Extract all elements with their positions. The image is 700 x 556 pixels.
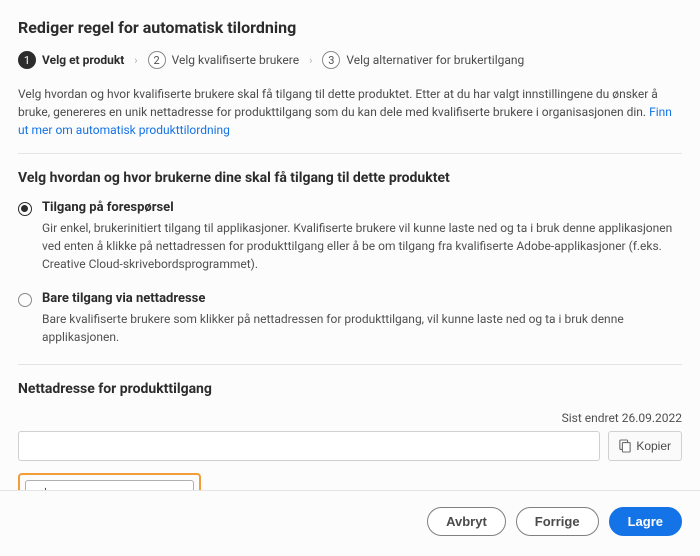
footer: Avbryt Forrige Lagre — [0, 490, 700, 552]
last-modified: Sist endret 26.09.2022 — [18, 411, 682, 425]
option-on-request-desc: Gir enkel, brukerinitiert tilgang til ap… — [42, 219, 682, 273]
save-button[interactable]: Lagre — [609, 507, 682, 536]
access-heading: Velg hvordan og hvor brukerne dine skal … — [18, 170, 682, 186]
step-2-number: 2 — [148, 51, 166, 69]
option-url-only-title: Bare tilgang via nettadresse — [42, 291, 682, 306]
intro-content: Velg hvordan og hvor kvalifiserte bruker… — [18, 87, 658, 119]
step-3[interactable]: 3 Velg alternativer for brukertilgang — [322, 51, 524, 69]
divider — [18, 153, 682, 154]
cancel-button[interactable]: Avbryt — [427, 507, 506, 536]
step-3-label: Velg alternativer for brukertilgang — [346, 53, 524, 67]
url-input[interactable] — [18, 431, 600, 461]
step-3-number: 3 — [322, 51, 340, 69]
step-1[interactable]: 1 Velg et produkt — [18, 51, 124, 69]
option-on-request[interactable]: Tilgang på forespørsel Gir enkel, bruker… — [18, 200, 682, 273]
option-on-request-title: Tilgang på forespørsel — [42, 200, 682, 215]
copy-button[interactable]: Kopier — [608, 431, 682, 461]
step-1-number: 1 — [18, 51, 36, 69]
intro-text: Velg hvordan og hvor kvalifiserte bruker… — [18, 85, 682, 139]
url-heading: Nettadresse for produkttilgang — [18, 381, 682, 397]
page-title: Rediger regel for automatisk tilordning — [18, 18, 682, 37]
copy-icon — [619, 439, 631, 453]
previous-button[interactable]: Forrige — [516, 507, 599, 536]
chevron-right-icon: › — [134, 54, 137, 67]
chevron-right-icon: › — [309, 54, 312, 67]
step-2-label: Velg kvalifiserte brukere — [172, 53, 299, 67]
step-1-label: Velg et produkt — [42, 53, 124, 67]
step-2[interactable]: 2 Velg kvalifiserte brukere — [148, 51, 299, 69]
option-url-only[interactable]: Bare tilgang via nettadresse Bare kvalif… — [18, 291, 682, 346]
copy-label: Kopier — [636, 439, 671, 453]
step-indicator: 1 Velg et produkt › 2 Velg kvalifiserte … — [18, 51, 682, 69]
divider — [18, 364, 682, 365]
radio-on-request[interactable] — [18, 202, 32, 216]
option-url-only-desc: Bare kvalifiserte brukere som klikker på… — [42, 310, 682, 346]
radio-url-only[interactable] — [18, 293, 32, 307]
